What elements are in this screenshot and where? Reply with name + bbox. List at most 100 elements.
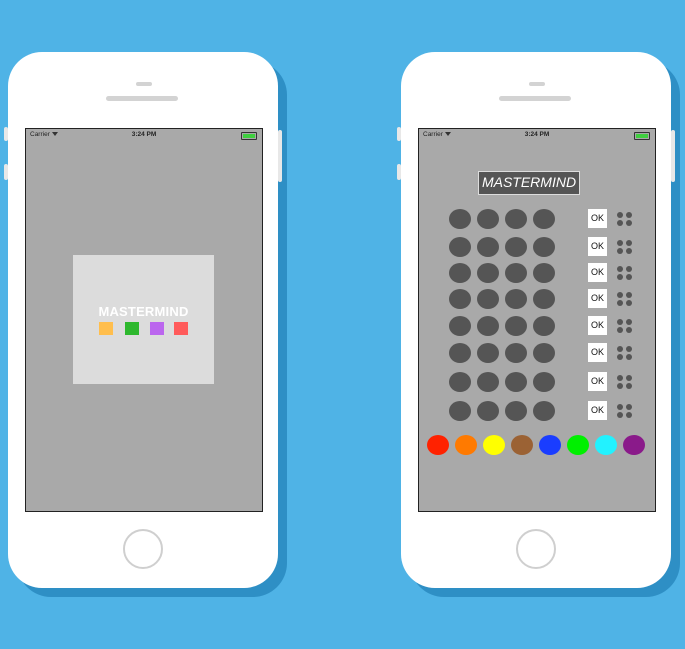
color-choice-cyan[interactable] <box>595 435 617 455</box>
swatch-green <box>125 322 139 335</box>
guess-peg-slot[interactable] <box>533 289 555 309</box>
guess-peg-slot[interactable] <box>505 209 527 229</box>
home-button[interactable] <box>123 529 163 569</box>
guess-peg-slot[interactable] <box>449 209 471 229</box>
guess-peg-slot[interactable] <box>477 343 499 363</box>
feedback-peg <box>626 266 632 272</box>
ok-button[interactable]: OK <box>588 401 607 420</box>
splash-screen: Carrier 3:24 PM MASTERMIND <box>25 128 263 512</box>
status-time: 3:24 PM <box>524 131 550 138</box>
feedback-peg <box>617 248 623 254</box>
guess-peg-slot[interactable] <box>449 401 471 421</box>
ok-button[interactable]: OK <box>588 372 607 391</box>
guess-peg-slot[interactable] <box>449 316 471 336</box>
home-button[interactable] <box>516 529 556 569</box>
feedback-peg <box>617 292 623 298</box>
battery-icon <box>241 132 257 140</box>
guess-peg-slot[interactable] <box>505 289 527 309</box>
guess-peg-slot[interactable] <box>449 343 471 363</box>
ok-button[interactable]: OK <box>588 343 607 362</box>
color-choice-red[interactable] <box>427 435 449 455</box>
feedback-peg <box>626 383 632 389</box>
feedback-peg <box>626 300 632 306</box>
feedback-peg <box>617 354 623 360</box>
guess-peg-slot[interactable] <box>477 263 499 283</box>
feedback-peg <box>617 327 623 333</box>
guess-peg-slot[interactable] <box>477 401 499 421</box>
game-title: MASTERMIND <box>478 171 580 195</box>
feedback-peg <box>626 248 632 254</box>
guess-peg-slot[interactable] <box>477 237 499 257</box>
feedback-peg <box>626 327 632 333</box>
color-choice-purple[interactable] <box>623 435 645 455</box>
feedback-peg <box>626 346 632 352</box>
ok-button[interactable]: OK <box>588 316 607 335</box>
side-button <box>4 164 8 180</box>
feedback-peg <box>617 404 623 410</box>
front-camera <box>529 82 545 86</box>
guess-peg-slot[interactable] <box>449 289 471 309</box>
guess-peg-slot[interactable] <box>477 289 499 309</box>
color-choice-orange[interactable] <box>455 435 477 455</box>
guess-peg-slot[interactable] <box>477 209 499 229</box>
guess-peg-slot[interactable] <box>505 401 527 421</box>
ok-button[interactable]: OK <box>588 237 607 256</box>
guess-peg-slot[interactable] <box>533 237 555 257</box>
feedback-peg <box>617 266 623 272</box>
swatch-orange <box>99 322 113 335</box>
ok-button[interactable]: OK <box>588 289 607 308</box>
feedback-peg <box>626 292 632 298</box>
feedback-peg <box>617 300 623 306</box>
feedback-peg <box>617 383 623 389</box>
side-button <box>4 127 8 141</box>
color-choice-brown[interactable] <box>511 435 533 455</box>
feedback-peg <box>626 274 632 280</box>
guess-peg-slot[interactable] <box>505 372 527 392</box>
feedback-peg <box>617 346 623 352</box>
guess-peg-slot[interactable] <box>477 316 499 336</box>
phone-splash: Carrier 3:24 PM MASTERMIND <box>4 52 282 588</box>
speaker-grille <box>106 96 178 101</box>
guess-peg-slot[interactable] <box>533 209 555 229</box>
feedback-peg <box>626 319 632 325</box>
guess-peg-slot[interactable] <box>505 263 527 283</box>
guess-peg-slot[interactable] <box>533 343 555 363</box>
color-choice-green[interactable] <box>567 435 589 455</box>
guess-peg-slot[interactable] <box>533 316 555 336</box>
side-button <box>397 164 401 180</box>
feedback-peg <box>617 274 623 280</box>
status-bar: Carrier 3:24 PM <box>26 129 262 141</box>
guess-peg-slot[interactable] <box>533 372 555 392</box>
feedback-peg <box>617 212 623 218</box>
guess-peg-slot[interactable] <box>477 372 499 392</box>
feedback-peg <box>617 412 623 418</box>
game-screen: Carrier 3:24 PM MASTERMIND OK OK OK OK OK OK O… <box>418 128 656 512</box>
feedback-peg <box>617 375 623 381</box>
splash-logo-card: MASTERMIND <box>73 255 214 384</box>
guess-peg-slot[interactable] <box>449 263 471 283</box>
feedback-peg <box>626 354 632 360</box>
ok-button[interactable]: OK <box>588 263 607 282</box>
color-choice-blue[interactable] <box>539 435 561 455</box>
guess-peg-slot[interactable] <box>533 263 555 283</box>
feedback-peg <box>626 404 632 410</box>
guess-peg-slot[interactable] <box>505 316 527 336</box>
guess-peg-slot[interactable] <box>505 343 527 363</box>
feedback-peg <box>617 319 623 325</box>
guess-peg-slot[interactable] <box>449 237 471 257</box>
feedback-peg <box>626 375 632 381</box>
status-time: 3:24 PM <box>131 131 157 138</box>
feedback-peg <box>617 220 623 226</box>
ok-button[interactable]: OK <box>588 209 607 228</box>
guess-peg-slot[interactable] <box>505 237 527 257</box>
guess-peg-slot[interactable] <box>449 372 471 392</box>
swatch-red <box>174 322 188 335</box>
color-choice-yellow[interactable] <box>483 435 505 455</box>
side-button <box>671 130 675 182</box>
swatch-purple <box>150 322 164 335</box>
side-button <box>397 127 401 141</box>
guess-peg-slot[interactable] <box>533 401 555 421</box>
feedback-peg <box>626 212 632 218</box>
splash-title: MASTERMIND <box>98 304 189 319</box>
feedback-peg <box>617 240 623 246</box>
